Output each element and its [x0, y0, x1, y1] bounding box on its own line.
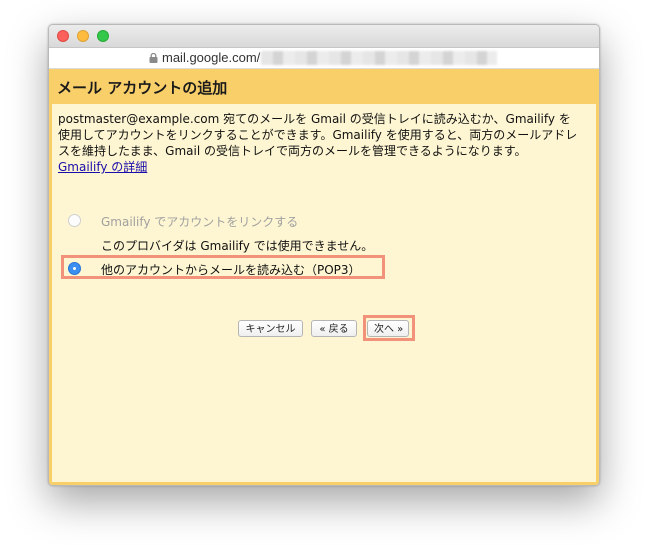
gmailify-option-label: Gmailify でアカウントをリンクする	[101, 215, 299, 229]
dialog-title: メール アカウントの追加	[57, 79, 228, 97]
provider-unsupported-note: このプロバイダは Gmailify では使用できません。	[101, 239, 374, 253]
gmailify-learn-more-link[interactable]: Gmailify の詳細	[58, 160, 147, 174]
url-redacted-block	[261, 51, 497, 65]
next-button[interactable]: 次へ »	[367, 320, 409, 337]
close-window-icon[interactable]	[57, 30, 69, 42]
dialog-header: メール アカウントの追加	[49, 69, 599, 104]
dialog-description: postmaster@example.com 宛てのメールを Gmail の受信…	[58, 111, 578, 175]
browser-window: mail.google.com/ メール アカウントの追加 postmaster…	[48, 24, 600, 486]
pop3-radio[interactable]	[68, 262, 81, 275]
lock-icon	[149, 53, 158, 63]
cancel-button[interactable]: キャンセル	[238, 320, 303, 337]
gmailify-radio	[68, 214, 81, 227]
dialog-body: メール アカウントの追加 postmaster@example.com 宛てのメ…	[49, 69, 599, 485]
description-text: postmaster@example.com 宛てのメールを Gmail の受信…	[58, 112, 578, 158]
maximize-window-icon[interactable]	[97, 30, 109, 42]
url-text: mail.google.com/	[162, 50, 261, 65]
title-bar	[49, 25, 599, 48]
minimize-window-icon[interactable]	[77, 30, 89, 42]
pop3-option-label[interactable]: 他のアカウントからメールを読み込む（POP3）	[101, 261, 361, 278]
address-bar[interactable]: mail.google.com/	[49, 48, 599, 69]
back-button[interactable]: « 戻る	[311, 320, 357, 337]
